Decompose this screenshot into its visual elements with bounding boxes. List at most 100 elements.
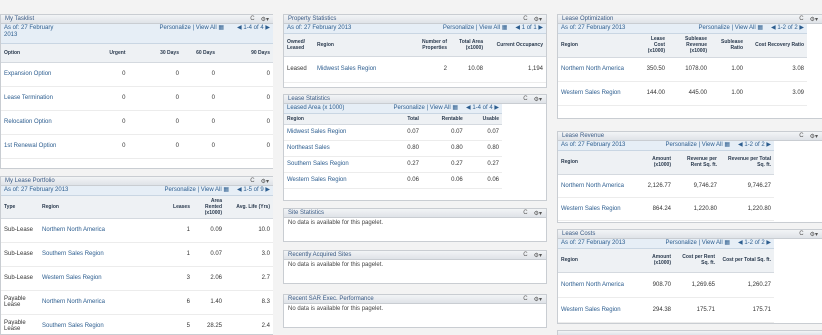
next-page-icon[interactable]: ▶ xyxy=(494,105,499,111)
refresh-icon[interactable]: C xyxy=(799,16,803,22)
first-page-icon[interactable]: ◀ xyxy=(515,25,520,31)
pagelet-header: Lease Costs C ⚙▾ xyxy=(558,230,822,239)
task-link[interactable]: 1st Renewal Option xyxy=(1,134,81,159)
region-link[interactable]: Northern North America xyxy=(558,57,638,82)
task-link[interactable]: Lease Termination xyxy=(1,86,81,111)
personalize-link[interactable]: Personalize xyxy=(699,25,730,31)
col-header: Option xyxy=(1,44,81,63)
grid-icon[interactable]: ▦ xyxy=(724,240,730,246)
first-page-icon[interactable]: ◀ xyxy=(738,240,743,246)
first-page-icon[interactable]: ◀ xyxy=(237,187,242,193)
gear-icon[interactable]: ⚙▾ xyxy=(810,133,818,140)
refresh-icon[interactable]: C xyxy=(523,96,527,102)
cell: 1,260.27 xyxy=(718,272,774,298)
grid-icon[interactable]: ▦ xyxy=(757,25,763,31)
view-all-link[interactable]: View All xyxy=(196,25,217,31)
region-link[interactable]: Northern North America xyxy=(558,174,638,198)
region-link[interactable]: Northern North America xyxy=(39,290,119,315)
cell: 2.7 xyxy=(225,266,273,291)
first-page-icon[interactable]: ◀ xyxy=(466,105,471,111)
task-link[interactable]: Relocation Option xyxy=(1,110,81,135)
grid-icon[interactable]: ▦ xyxy=(218,25,224,31)
refresh-icon[interactable]: C xyxy=(523,210,527,216)
next-page-icon[interactable]: ▶ xyxy=(766,142,771,148)
table-row: Western Sales Region 864.24 1,220.80 1,220.… xyxy=(558,197,774,221)
cell: 0 xyxy=(128,86,182,111)
personalize-links: Personalize | View All ▦ xyxy=(351,25,508,32)
task-link[interactable]: Expansion Option xyxy=(1,62,81,87)
region-link[interactable]: Midwest Sales Region xyxy=(314,56,410,83)
grid-icon[interactable]: ▦ xyxy=(724,142,730,148)
gear-icon[interactable]: ⚙▾ xyxy=(534,96,542,103)
next-page-icon[interactable]: ▶ xyxy=(265,25,270,31)
table-row: Relocation Option 0 0 0 0 xyxy=(1,110,273,135)
view-all-link[interactable]: View All xyxy=(702,142,723,148)
personalize-link[interactable]: Personalize xyxy=(165,187,196,193)
as-of-bar: As of: 27 February 2013 Personalize | Vi… xyxy=(558,24,807,34)
region-link[interactable]: Northeast Sales xyxy=(284,140,394,157)
region-link[interactable]: Southern Sales Region xyxy=(39,314,119,334)
table-row: Northern North America 2,126.77 9,746.27 9,… xyxy=(558,174,774,198)
region-link[interactable]: Northern North America xyxy=(558,272,638,298)
personalize-link[interactable]: Personalize xyxy=(666,240,697,246)
next-page-icon[interactable]: ▶ xyxy=(799,25,804,31)
grid-icon[interactable]: ▦ xyxy=(452,105,458,111)
region-link[interactable]: Western Sales Region xyxy=(39,266,119,291)
refresh-icon[interactable]: C xyxy=(523,16,527,22)
cell: 0.80 xyxy=(421,140,466,157)
region-link[interactable]: Southern Sales Region xyxy=(284,156,394,173)
refresh-icon[interactable]: C xyxy=(523,296,527,302)
table-row: Lease Termination 0 0 0 0 xyxy=(1,86,273,111)
personalize-link[interactable]: Personalize xyxy=(666,142,697,148)
refresh-icon[interactable]: C xyxy=(799,231,803,237)
gear-icon[interactable]: ⚙▾ xyxy=(534,296,542,303)
pagelet-title: My Lease Portfolio xyxy=(5,178,55,184)
next-page-icon[interactable]: ▶ xyxy=(538,25,543,31)
first-page-icon[interactable]: ◀ xyxy=(771,25,776,31)
gear-icon[interactable]: ⚙▾ xyxy=(534,16,542,23)
lease-revenue-pagelet: Lease Revenue C ⚙▾ As of: 27 February 20… xyxy=(557,131,822,223)
pagelet-title: My Tasklist xyxy=(5,16,35,22)
first-page-icon[interactable]: ◀ xyxy=(237,25,242,31)
grid-icon[interactable]: ▦ xyxy=(223,187,229,193)
region-link[interactable]: Southern Sales Region xyxy=(39,242,119,267)
next-page-icon[interactable]: ▶ xyxy=(766,240,771,246)
region-link[interactable]: Midwest Sales Region xyxy=(284,124,394,141)
cell: 294.38 xyxy=(638,297,674,323)
region-link[interactable]: Western Sales Region xyxy=(558,297,638,323)
personalize-link[interactable]: Personalize xyxy=(443,25,474,31)
region-link[interactable]: Northern North America xyxy=(39,218,119,243)
cell: 175.71 xyxy=(674,297,718,323)
region-link[interactable]: Western Sales Region xyxy=(558,197,638,221)
cell: 0 xyxy=(128,62,182,87)
view-all-link[interactable]: View All xyxy=(702,240,723,246)
gear-icon[interactable]: ⚙▾ xyxy=(261,16,269,23)
view-all-link[interactable]: View All xyxy=(430,105,451,111)
col-header: Avg. Life (Yrs) xyxy=(225,196,273,219)
table-row: Western Sales Region 0.06 0.06 0.06 xyxy=(284,172,502,189)
separator: | xyxy=(192,25,195,31)
pagelet-title: Lease Optimization xyxy=(562,16,614,22)
gear-icon[interactable]: ⚙▾ xyxy=(534,252,542,259)
view-all-link[interactable]: View All xyxy=(479,25,500,31)
gear-icon[interactable]: ⚙▾ xyxy=(810,231,818,238)
refresh-icon[interactable]: C xyxy=(250,178,254,184)
gear-icon[interactable]: ⚙▾ xyxy=(810,16,818,23)
cell: 1.00 xyxy=(710,81,746,106)
table-header-row: Option Urgent 30 Days 60 Days 90 Days xyxy=(1,44,273,63)
gear-icon[interactable]: ⚙▾ xyxy=(261,178,269,185)
cell: 0 xyxy=(218,134,273,159)
gear-icon[interactable]: ⚙▾ xyxy=(534,210,542,217)
view-all-link[interactable]: View All xyxy=(201,187,222,193)
view-all-link[interactable]: View All xyxy=(735,25,756,31)
personalize-link[interactable]: Personalize xyxy=(159,25,190,31)
region-link[interactable]: Western Sales Region xyxy=(284,172,394,189)
personalize-link[interactable]: Personalize xyxy=(394,105,425,111)
next-page-icon[interactable]: ▶ xyxy=(265,187,270,193)
grid-icon[interactable]: ▦ xyxy=(502,25,508,31)
refresh-icon[interactable]: C xyxy=(799,133,803,139)
refresh-icon[interactable]: C xyxy=(523,252,527,258)
first-page-icon[interactable]: ◀ xyxy=(738,142,743,148)
region-link[interactable]: Western Sales Region xyxy=(558,81,638,106)
refresh-icon[interactable]: C xyxy=(250,16,254,22)
